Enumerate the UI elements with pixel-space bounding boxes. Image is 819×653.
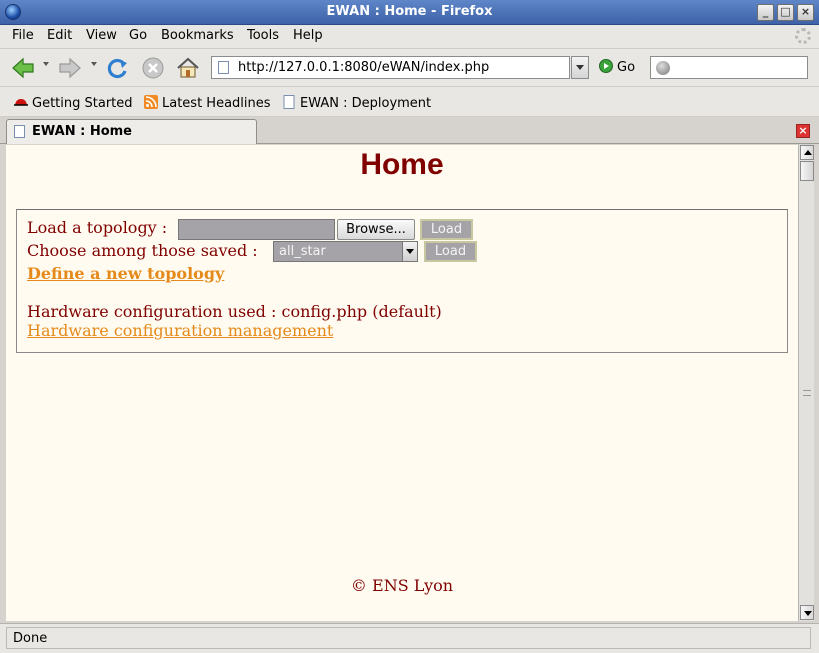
search-engine-icon[interactable] [656,61,670,75]
menu-help[interactable]: Help [293,28,323,43]
scroll-down-button[interactable] [800,605,814,620]
rss-feed-icon [144,95,158,109]
menu-view[interactable]: View [86,28,117,43]
close-window-button[interactable]: × [797,4,814,21]
browse-button[interactable]: Browse... [337,219,415,240]
url-text[interactable]: http://127.0.0.1:8080/eWAN/index.php [238,60,489,75]
go-icon [599,59,613,73]
maximize-button[interactable]: □ [777,4,794,21]
home-icon[interactable] [175,55,201,81]
hardware-management-link[interactable]: Hardware configuration management [27,321,333,340]
page-title: Home [360,148,444,181]
bookmark-label: Getting Started [32,96,133,111]
load-saved-button[interactable]: Load [424,241,477,262]
navigation-toolbar: http://127.0.0.1:8080/eWAN/index.php Go [0,49,819,87]
menu-file[interactable]: File [12,28,34,43]
topology-panel: Load a topology : Browse... Load Choose … [16,209,788,353]
window-titlebar: EWAN : Home - Firefox _ □ × [0,0,819,25]
scroll-up-button[interactable] [800,145,814,160]
load-topology-label: Load a topology : [27,218,168,237]
url-bar[interactable]: http://127.0.0.1:8080/eWAN/index.php [211,56,570,79]
forward-arrow-icon[interactable] [57,55,83,81]
bookmark-ewan-deployment[interactable]: EWAN : Deployment [282,95,431,111]
status-text: Done [6,627,811,649]
page-icon [218,61,229,74]
load-file-button[interactable]: Load [420,219,473,240]
topology-file-input[interactable] [178,219,335,240]
minimize-button[interactable]: _ [757,4,774,21]
tab-ewan-home[interactable]: EWAN : Home [6,119,257,144]
saved-topology-value: all_star [279,244,326,259]
hardware-config-text: Hardware configuration used : config.php… [27,302,442,321]
go-button[interactable]: Go [599,59,635,75]
scroll-grip [803,390,811,396]
reload-icon[interactable] [104,55,130,81]
menu-go[interactable]: Go [129,28,147,43]
back-history-dropdown-icon[interactable] [43,62,49,66]
menu-bookmarks[interactable]: Bookmarks [161,28,234,43]
bookmark-latest-headlines[interactable]: Latest Headlines [144,95,271,111]
vertical-scrollbar[interactable] [798,145,814,621]
saved-topology-select[interactable]: all_star [273,241,418,262]
stop-icon[interactable] [140,55,166,81]
page-content: Home Load a topology : Browse... Load Ch… [6,145,798,621]
page-icon [283,95,295,109]
forward-history-dropdown-icon[interactable] [91,62,97,66]
tab-strip: EWAN : Home × [0,117,819,144]
bookmark-label: EWAN : Deployment [300,96,432,111]
search-input[interactable] [650,56,808,79]
bookmark-getting-started[interactable]: Getting Started [14,95,133,111]
choose-saved-label: Choose among those saved : [27,241,258,260]
menu-tools[interactable]: Tools [247,28,279,43]
define-topology-link[interactable]: Define a new topology [27,264,224,283]
throbber-icon [795,28,811,44]
url-history-dropdown-button[interactable] [571,56,589,79]
tab-label: EWAN : Home [32,124,133,139]
redhat-icon [14,99,28,106]
scroll-thumb[interactable] [800,161,814,181]
menu-bar: File Edit View Go Bookmarks Tools Help [0,25,819,49]
bookmark-label: Latest Headlines [162,96,271,111]
window-title: EWAN : Home - Firefox [326,4,493,19]
page-icon [14,125,25,138]
menu-edit[interactable]: Edit [47,28,72,43]
status-bar: Done [0,623,819,653]
go-label: Go [617,60,636,75]
close-tab-icon[interactable]: × [796,124,810,138]
bookmarks-toolbar: Getting Started Latest Headlines EWAN : … [0,87,819,117]
chevron-down-icon[interactable] [402,242,417,261]
back-arrow-icon[interactable] [10,55,36,81]
footer-copyright: © ENS Lyon [350,576,454,595]
